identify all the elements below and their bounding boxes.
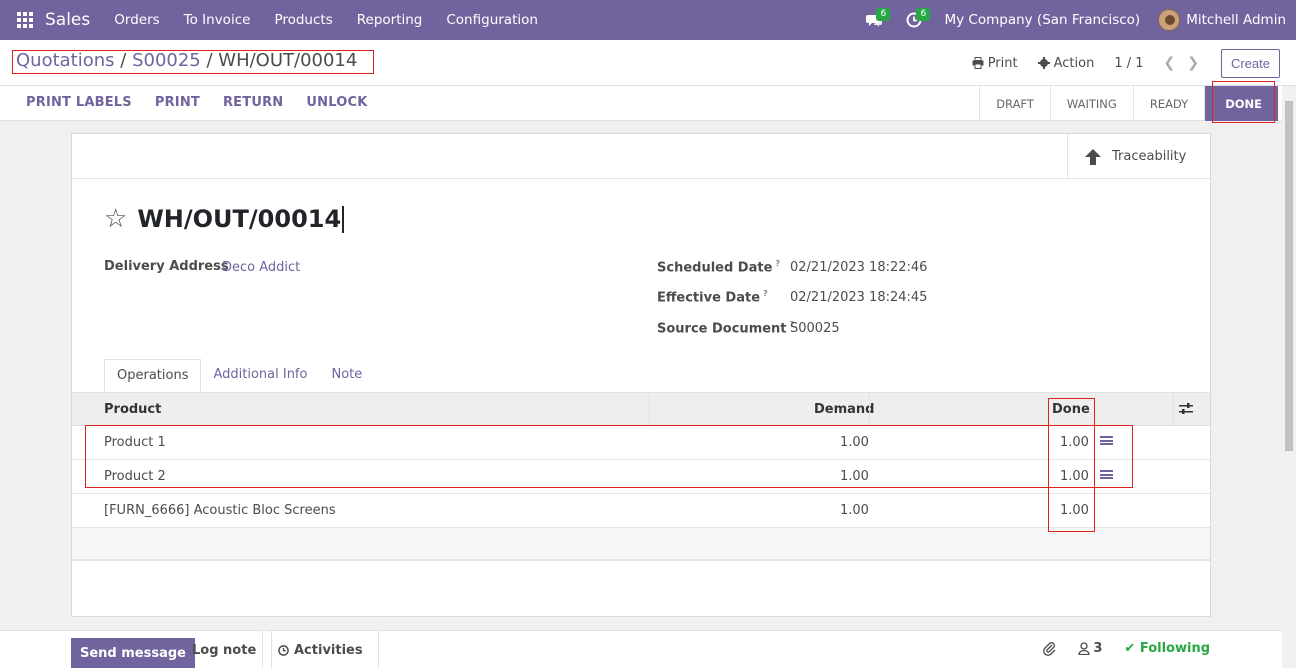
pager-next-icon[interactable]: ❯: [1187, 55, 1199, 71]
clock-icon: [278, 644, 289, 656]
smart-button-box: Traceability: [72, 134, 1210, 179]
row-demand: 1.00: [840, 435, 869, 450]
tab-operations[interactable]: Operations: [104, 359, 202, 392]
return-button[interactable]: RETURN: [223, 95, 283, 110]
followers-count: 3: [1093, 641, 1103, 656]
user-avatar[interactable]: [1158, 9, 1181, 31]
pager-previous-icon[interactable]: ❮: [1164, 55, 1176, 71]
scheduled-date-label: Scheduled Date?: [657, 259, 781, 276]
print-button[interactable]: PRINT: [155, 95, 200, 110]
control-panel: Quotations / S00025 / WH/OUT/00014 Print…: [0, 40, 1296, 86]
optional-columns-icon[interactable]: [1179, 403, 1193, 415]
top-navbar: Sales Orders To Invoice Products Reporti…: [0, 0, 1296, 40]
log-note-button[interactable]: Log note: [177, 631, 273, 668]
stage-draft: DRAFT: [979, 86, 1050, 121]
column-done[interactable]: Done: [1052, 402, 1090, 417]
source-document-label: Source Document?: [657, 320, 795, 337]
column-product[interactable]: Product: [104, 402, 161, 417]
action-menu-button[interactable]: Action: [1037, 55, 1095, 71]
activities-button[interactable]: 6: [894, 0, 934, 40]
arrow-up-icon: [1085, 148, 1101, 165]
breadcrumb: Quotations / S00025 / WH/OUT/00014: [16, 50, 357, 71]
source-document-value[interactable]: S00025: [790, 321, 840, 336]
scheduled-date-value[interactable]: 02/21/2023 18:22:46: [790, 260, 927, 275]
stage-ready: READY: [1132, 86, 1204, 121]
menu-reporting[interactable]: Reporting: [345, 12, 435, 28]
star-icon[interactable]: ☆: [104, 204, 127, 234]
create-button[interactable]: Create: [1220, 48, 1280, 78]
followers-button[interactable]: 3: [1078, 641, 1102, 656]
delivery-address-label: Delivery Address: [104, 259, 229, 274]
following-label: Following: [1139, 641, 1210, 656]
notebook-tabs: Operations Additional Info Note: [104, 359, 374, 392]
messages-button[interactable]: 6: [854, 0, 894, 40]
apps-menu-icon[interactable]: [17, 12, 33, 28]
app-name[interactable]: Sales: [45, 10, 90, 30]
user-menu[interactable]: Mitchell Admin: [1186, 12, 1286, 28]
effective-date-label: Effective Date?: [657, 289, 768, 306]
company-switcher[interactable]: My Company (San Francisco): [944, 12, 1140, 28]
print-labels-button[interactable]: PRINT LABELS: [26, 95, 132, 110]
delivery-address-value[interactable]: Deco Addict: [222, 260, 300, 275]
breadcrumb-separator: /: [200, 50, 219, 71]
operations-table-header: Product Demand Done: [72, 392, 1210, 426]
row-done: 1.00: [1060, 469, 1089, 484]
breadcrumb-current: WH/OUT/00014: [218, 50, 358, 71]
record-title[interactable]: WH/OUT/00014: [137, 205, 341, 233]
messages-count-badge: 6: [876, 8, 891, 21]
table-empty-row: [72, 528, 1210, 561]
print-menu-button[interactable]: Print: [972, 56, 1018, 71]
row-demand: 1.00: [840, 503, 869, 518]
tab-additional-info[interactable]: Additional Info: [201, 359, 319, 392]
user-icon: [1078, 642, 1091, 655]
gear-icon: [1037, 57, 1050, 69]
stage-done: DONE: [1204, 86, 1278, 121]
activities-label: Activities: [294, 642, 363, 658]
chatter-bar: Send message Log note Activities 3 ✔ Fol…: [0, 630, 1282, 668]
column-demand[interactable]: Demand: [814, 402, 875, 417]
detailed-operations-icon[interactable]: [1100, 436, 1113, 447]
pager-value[interactable]: 1 / 1: [1114, 56, 1143, 71]
row-demand: 1.00: [840, 469, 869, 484]
text-cursor: [342, 205, 344, 233]
following-button[interactable]: ✔ Following: [1124, 641, 1210, 656]
printer-icon: [972, 57, 984, 69]
traceability-label: Traceability: [1112, 149, 1187, 164]
row-done: 1.00: [1060, 435, 1089, 450]
menu-orders[interactable]: Orders: [102, 12, 171, 28]
activities-count-badge: 6: [916, 8, 931, 21]
help-tooltip-icon[interactable]: ?: [775, 259, 780, 268]
row-product: Product 1: [104, 435, 166, 450]
traceability-button[interactable]: Traceability: [1067, 134, 1210, 179]
breadcrumb-quotations[interactable]: Quotations: [16, 50, 115, 71]
help-tooltip-icon[interactable]: ?: [763, 289, 768, 298]
row-product: Product 2: [104, 469, 166, 484]
table-row[interactable]: Product 2 1.00 1.00: [72, 460, 1210, 494]
menu-configuration[interactable]: Configuration: [434, 12, 550, 28]
tab-note[interactable]: Note: [319, 359, 374, 392]
activities-schedule-button[interactable]: Activities: [262, 631, 379, 668]
print-menu-label: Print: [987, 55, 1018, 71]
scrollbar[interactable]: [1282, 86, 1296, 668]
row-product: [FURN_6666] Acoustic Bloc Screens: [104, 503, 336, 518]
form-sheet: Traceability ☆ WH/OUT/00014 Delivery Add…: [71, 133, 1211, 617]
stage-waiting: WAITING: [1049, 86, 1133, 121]
breadcrumb-order[interactable]: S00025: [132, 50, 201, 71]
table-row[interactable]: Product 1 1.00 1.00: [72, 426, 1210, 460]
table-row[interactable]: [FURN_6666] Acoustic Bloc Screens 1.00 1…: [72, 494, 1210, 528]
breadcrumb-separator: /: [114, 50, 133, 71]
effective-date-value: 02/21/2023 18:24:45: [790, 290, 928, 305]
scrollbar-thumb[interactable]: [1285, 101, 1293, 451]
status-bar: PRINT LABELS PRINT RETURN UNLOCK DRAFT W…: [0, 86, 1282, 121]
row-done: 1.00: [1060, 503, 1089, 518]
action-menu-label: Action: [1053, 55, 1095, 71]
unlock-button[interactable]: UNLOCK: [306, 95, 367, 110]
menu-products[interactable]: Products: [262, 12, 344, 28]
detailed-operations-icon[interactable]: [1100, 470, 1113, 481]
menu-to-invoice[interactable]: To Invoice: [172, 12, 263, 28]
paperclip-icon[interactable]: [1042, 641, 1056, 656]
